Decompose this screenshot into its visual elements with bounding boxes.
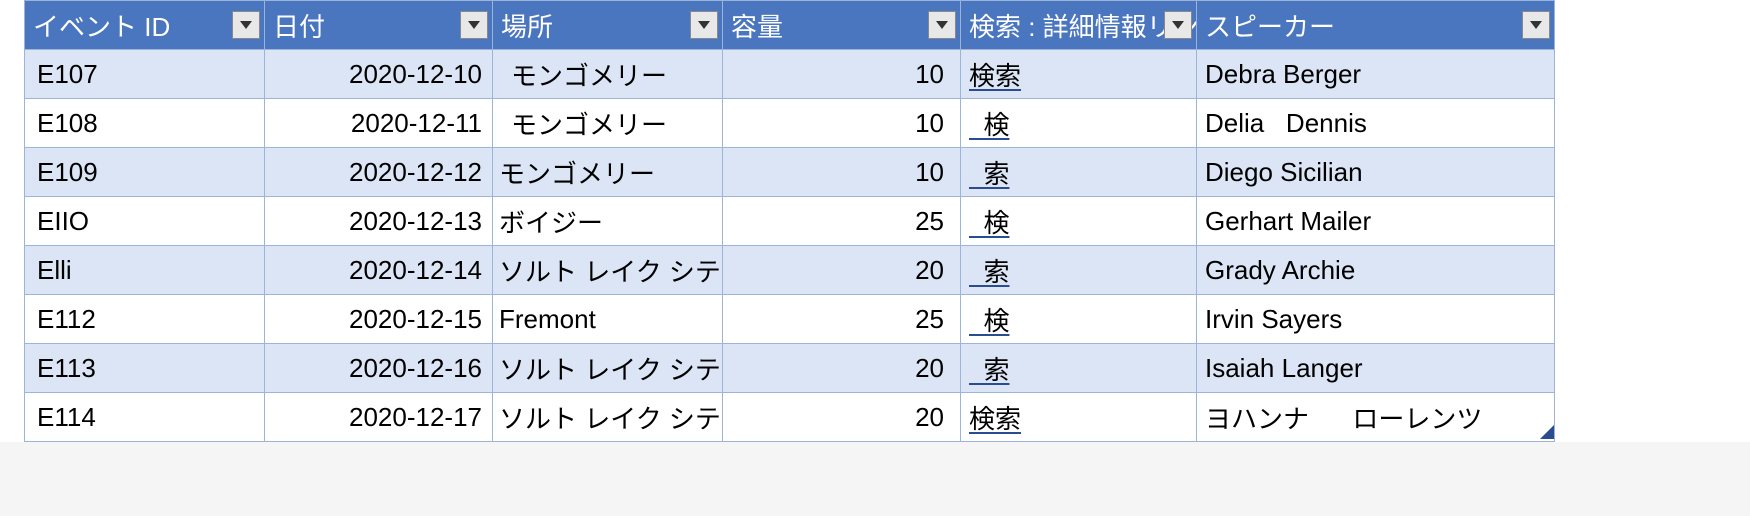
data-table: イベント ID 日付 場所 容量: [24, 0, 1555, 442]
cell-location[interactable]: Fremont: [493, 295, 723, 344]
hyperlink[interactable]: 検: [969, 110, 1009, 140]
cell-search-link[interactable]: 検索: [961, 50, 1197, 99]
cell-capacity[interactable]: 20: [723, 246, 961, 295]
cell-search-link[interactable]: 検: [961, 99, 1197, 148]
filter-dropdown-icon[interactable]: [460, 11, 488, 39]
cell-event-id[interactable]: EIIO: [25, 197, 265, 246]
cell-event-id[interactable]: E112: [25, 295, 265, 344]
cell-location[interactable]: ソルト レイク シティ: [493, 344, 723, 393]
table-row[interactable]: EIIO2020-12-13ボイジー25 検 Gerhart Mailer: [25, 197, 1555, 246]
cell-search-link[interactable]: 検索: [961, 393, 1197, 442]
cell-speaker[interactable]: Isaiah Langer: [1197, 344, 1555, 393]
table-resize-handle-icon[interactable]: [1540, 425, 1554, 439]
table-row[interactable]: E1122020-12-15Fremont25 検 Irvin Sayers: [25, 295, 1555, 344]
header-label: スピーカー: [1205, 12, 1335, 42]
hyperlink[interactable]: 索: [969, 257, 1009, 287]
filter-dropdown-icon[interactable]: [232, 11, 260, 39]
cell-speaker[interactable]: Debra Berger: [1197, 50, 1555, 99]
cell-capacity[interactable]: 10: [723, 50, 961, 99]
cell-date[interactable]: 2020-12-12: [265, 148, 493, 197]
hyperlink[interactable]: 検: [969, 208, 1009, 238]
cell-speaker[interactable]: Gerhart Mailer: [1197, 197, 1555, 246]
table-row[interactable]: Elli2020-12-14ソルト レイク シティ20 索 Grady Archi…: [25, 246, 1555, 295]
header-label: 検索 : 詳細情報リンク: [969, 12, 1197, 42]
table-row[interactable]: E1132020-12-16ソルト レイク シティ20 索 Isaiah Lang…: [25, 344, 1555, 393]
cell-capacity[interactable]: 25: [723, 295, 961, 344]
cell-event-id[interactable]: E114: [25, 393, 265, 442]
cell-location[interactable]: ソルト レイク シティ: [493, 246, 723, 295]
header-location[interactable]: 場所: [493, 1, 723, 50]
cell-capacity[interactable]: 20: [723, 344, 961, 393]
cell-capacity[interactable]: 10: [723, 99, 961, 148]
cell-search-link[interactable]: 索: [961, 246, 1197, 295]
cell-date[interactable]: 2020-12-10: [265, 50, 493, 99]
cell-speaker[interactable]: Irvin Sayers: [1197, 295, 1555, 344]
cell-speaker[interactable]: ヨハンナ ローレンツ: [1197, 393, 1555, 442]
header-search-link[interactable]: 検索 : 詳細情報リンク: [961, 1, 1197, 50]
hyperlink[interactable]: 検索: [969, 61, 1021, 91]
hyperlink[interactable]: 索: [969, 355, 1009, 385]
header-row: イベント ID 日付 場所 容量: [25, 1, 1555, 50]
header-speaker[interactable]: スピーカー: [1197, 1, 1555, 50]
cell-search-link[interactable]: 検: [961, 197, 1197, 246]
cell-date[interactable]: 2020-12-11: [265, 99, 493, 148]
cell-date[interactable]: 2020-12-15: [265, 295, 493, 344]
cell-event-id[interactable]: E108: [25, 99, 265, 148]
cell-speaker[interactable]: Diego Sicilian: [1197, 148, 1555, 197]
cell-capacity[interactable]: 25: [723, 197, 961, 246]
cell-search-link[interactable]: 検: [961, 295, 1197, 344]
cell-search-link[interactable]: 索: [961, 148, 1197, 197]
filter-dropdown-icon[interactable]: [1522, 11, 1550, 39]
cell-event-id[interactable]: E113: [25, 344, 265, 393]
cell-event-id[interactable]: Elli: [25, 246, 265, 295]
table-row[interactable]: E1092020-12-12モンゴメリー10 索 Diego Sicilian: [25, 148, 1555, 197]
filter-dropdown-icon[interactable]: [928, 11, 956, 39]
cell-date[interactable]: 2020-12-14: [265, 246, 493, 295]
header-label: 日付: [273, 12, 325, 42]
cell-date[interactable]: 2020-12-13: [265, 197, 493, 246]
header-date[interactable]: 日付: [265, 1, 493, 50]
table-row[interactable]: E1072020-12-10モンゴメリー10 検索 Debra Berger: [25, 50, 1555, 99]
cell-location[interactable]: モンゴメリー: [493, 50, 723, 99]
filter-dropdown-icon[interactable]: [690, 11, 718, 39]
cell-search-link[interactable]: 索: [961, 344, 1197, 393]
header-event-id[interactable]: イベント ID: [25, 1, 265, 50]
header-label: 容量: [731, 12, 783, 42]
hyperlink[interactable]: 索: [969, 159, 1009, 189]
table-row[interactable]: E1142020-12-17ソルト レイク シティ20 検索 ヨハンナ ローレンツ: [25, 393, 1555, 442]
spreadsheet-table: イベント ID 日付 場所 容量: [0, 0, 1750, 442]
cell-location[interactable]: モンゴメリー: [493, 99, 723, 148]
cell-location[interactable]: ボイジー: [493, 197, 723, 246]
cell-location[interactable]: モンゴメリー: [493, 148, 723, 197]
cell-date[interactable]: 2020-12-16: [265, 344, 493, 393]
cell-location[interactable]: ソルト レイク シティ: [493, 393, 723, 442]
header-label: 場所: [501, 12, 553, 42]
cell-speaker[interactable]: Grady Archie: [1197, 246, 1555, 295]
cell-event-id[interactable]: E109: [25, 148, 265, 197]
cell-date[interactable]: 2020-12-17: [265, 393, 493, 442]
filter-dropdown-icon[interactable]: [1164, 11, 1192, 39]
hyperlink[interactable]: 検索: [969, 404, 1021, 434]
cell-event-id[interactable]: E107: [25, 50, 265, 99]
table-row[interactable]: E1082020-12-11モンゴメリー10 検 Delia Dennis: [25, 99, 1555, 148]
cell-speaker[interactable]: Delia Dennis: [1197, 99, 1555, 148]
header-capacity[interactable]: 容量: [723, 1, 961, 50]
header-label: イベント ID: [33, 12, 170, 42]
cell-capacity[interactable]: 10: [723, 148, 961, 197]
hyperlink[interactable]: 検: [969, 306, 1009, 336]
cell-capacity[interactable]: 20: [723, 393, 961, 442]
